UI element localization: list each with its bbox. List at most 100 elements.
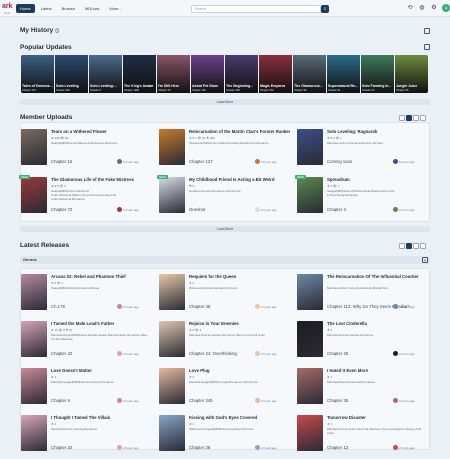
cover-image[interactable]: [21, 415, 47, 451]
grid-view-icon[interactable]: [406, 115, 412, 121]
cover-image[interactable]: [297, 177, 323, 213]
manga-title[interactable]: I Thought I Tamed The Villain: [51, 415, 110, 420]
history-icon[interactable]: ⟲: [406, 4, 414, 12]
manga-title[interactable]: Love Plug: [189, 368, 210, 373]
uploader-avatar[interactable]: [117, 398, 122, 403]
cover-image[interactable]: [159, 177, 185, 213]
nav-browse[interactable]: Browse: [58, 4, 79, 13]
uploader-avatar[interactable]: [255, 398, 260, 403]
manga-title[interactable]: I Hated It Even More: [327, 368, 368, 373]
nav-latest[interactable]: Latest: [37, 4, 56, 13]
manga-item[interactable]: Solo Leveling: Ragnarok ★ 5.2 👁 1 Manhwa,A…: [297, 129, 425, 173]
chapter-link[interactable]: Chapter 15: [51, 159, 72, 164]
manga-title[interactable]: My Childhood Friend Is Acting a Bit Weir…: [189, 177, 274, 182]
uploader-avatar[interactable]: [255, 304, 260, 309]
chapter-link[interactable]: Chapter 12: [327, 445, 348, 450]
manga-item[interactable]: My Childhood Friend Is Acting a Bit Weir…: [157, 175, 287, 221]
nav-mdlists[interactable]: MDLists: [81, 4, 103, 13]
manga-item[interactable]: Love Doesn't Matter ★ 1 Manhwa,Seagull|MD|…: [21, 368, 149, 412]
uploader-avatar[interactable]: [117, 445, 122, 450]
refresh-icon[interactable]: [420, 243, 426, 249]
search-icon[interactable]: ⌕: [321, 5, 329, 13]
grid-view-icon[interactable]: [406, 243, 412, 249]
popular-tile[interactable]: Astral Pet Store Chapter 192: [191, 55, 224, 93]
cover-image[interactable]: [159, 129, 185, 165]
chapter-link[interactable]: Chapter 38: [189, 304, 210, 309]
chapter-link[interactable]: Chapter 72: [51, 207, 72, 212]
list-view-icon[interactable]: [399, 243, 405, 249]
cover-image[interactable]: [297, 274, 323, 310]
globe-icon[interactable]: ◍: [418, 4, 426, 12]
uploader-avatar[interactable]: [255, 159, 260, 164]
manga-title[interactable]: Tomorrow Disaster: [327, 415, 366, 420]
cover-image[interactable]: [21, 321, 47, 357]
cover-image[interactable]: [21, 368, 47, 404]
cover-image[interactable]: [21, 129, 47, 165]
manga-title[interactable]: I Tamed the Male Lead's Father: [51, 321, 114, 326]
uploader-avatar[interactable]: [117, 351, 122, 356]
manga-title[interactable]: Reincarnation of the Martin Clan's Forme…: [189, 129, 290, 134]
popular-tile[interactable]: The Glamorous... Chapter 99: [293, 55, 326, 93]
uploader-avatar[interactable]: [393, 304, 398, 309]
manga-item[interactable]: Reincarnation of the Martin Clan's Forme…: [159, 129, 290, 173]
manga-title[interactable]: Spreadrum: [327, 177, 350, 182]
nav-home[interactable]: Home: [16, 4, 35, 13]
uploader-avatar[interactable]: [393, 351, 398, 356]
chapter-link[interactable]: Chapter 42: [51, 351, 72, 356]
history-toggle-icon[interactable]: [424, 28, 430, 34]
cover-image[interactable]: [297, 129, 323, 165]
uploads-load-more-button[interactable]: Load More: [20, 226, 430, 232]
manga-title[interactable]: The Glamorous Life of the Fake Mistress: [51, 177, 134, 182]
popular-tile[interactable]: Solo Leveling Chapter 200: [55, 55, 88, 93]
nav-more[interactable]: More...: [105, 4, 125, 13]
cover-image[interactable]: [297, 415, 323, 451]
manga-title[interactable]: The Lost Cinderella: [327, 321, 367, 326]
cover-image[interactable]: [21, 274, 47, 310]
chapter-link[interactable]: Chapter 3: [327, 207, 346, 212]
manga-item[interactable]: I Hated It Even More ★ 1 Manhwa,Drama,Hist…: [297, 368, 425, 412]
uploader-avatar[interactable]: [255, 207, 260, 212]
chapter-link[interactable]: Chapter 28: [189, 445, 210, 450]
manga-item[interactable]: Spreadrum ★ 3 👁 1 Seagull|MD|Action,Philos…: [295, 175, 425, 221]
manga-title[interactable]: Kissing with God's Eyes Covered: [189, 415, 257, 420]
popular-tile[interactable]: The King's Avatar Chapter 1188: [123, 55, 156, 93]
chapter-link[interactable]: Chapter 22: [51, 445, 72, 450]
manga-title[interactable]: Solo Leveling: Ragnarok: [327, 129, 377, 134]
chapter-link[interactable]: Chapter 35: [327, 398, 348, 403]
cover-view-icon[interactable]: [413, 115, 419, 121]
manga-item[interactable]: Rejoice in Your Enemies ★ 8 👁 1 Manhwa,Dra…: [159, 321, 287, 365]
manga-item[interactable]: Tears on a Withered Flower ★ 220 👁 60 Seag…: [21, 129, 149, 173]
manga-item[interactable]: The Reincarnation Of The Influential Cou…: [297, 274, 425, 318]
popular-tile[interactable]: Magic Emperor Chapter 542: [259, 55, 292, 93]
popular-tile[interactable]: The Beginning... Chapter 209: [225, 55, 258, 93]
chapter-link[interactable]: Chapter 6: [51, 398, 70, 403]
chapter-link[interactable]: Chapter 127: [189, 159, 213, 164]
cover-image[interactable]: [159, 368, 185, 404]
manga-title[interactable]: Requiem for the Queen: [189, 274, 236, 279]
manga-title[interactable]: Love Doesn't Matter: [51, 368, 92, 373]
uploader-avatar[interactable]: [255, 351, 260, 356]
cover-image[interactable]: [21, 177, 47, 213]
avatar[interactable]: ●: [442, 4, 450, 12]
search-input[interactable]: Search: [191, 5, 321, 13]
uploader-avatar[interactable]: [255, 445, 260, 450]
cover-view-icon[interactable]: [413, 243, 419, 249]
settings-icon[interactable]: ⚙: [430, 4, 438, 12]
manga-item[interactable]: The Lost Cinderella ★ 2 Manhwa,Drama,Fanta…: [297, 321, 425, 365]
uploader-avatar[interactable]: [393, 398, 398, 403]
uploader-avatar[interactable]: [117, 304, 122, 309]
uploader-avatar[interactable]: [117, 159, 122, 164]
manga-item[interactable]: I Thought I Tamed The Villain ★ 2 Manhwa,D…: [21, 415, 149, 459]
popular-tile[interactable]: Tales of Demons... Chapter 476: [21, 55, 54, 93]
chapter-link[interactable]: Coming soon: [327, 159, 352, 164]
popular-tile[interactable]: Supernatural Re... Chapter 91: [327, 55, 360, 93]
refresh-icon[interactable]: [420, 115, 426, 121]
popular-toggle-icon[interactable]: [424, 44, 430, 50]
site-logo[interactable]: ark: [2, 3, 13, 10]
uploader-avatar[interactable]: [393, 207, 398, 212]
manga-item[interactable]: Requiem for the Queen ★ 2 Webtoons,Drama,F…: [159, 274, 287, 318]
chapter-link[interactable]: Oneshot: [189, 207, 205, 212]
manga-item[interactable]: Love Plug ★ 2 Manhwa,Seagull|MD|Comedy,Rom…: [159, 368, 287, 412]
manga-title[interactable]: The Reincarnation Of The Influential Cou…: [327, 274, 419, 279]
manga-item[interactable]: The Glamorous Life of the Fake Mistress ★…: [19, 175, 149, 221]
